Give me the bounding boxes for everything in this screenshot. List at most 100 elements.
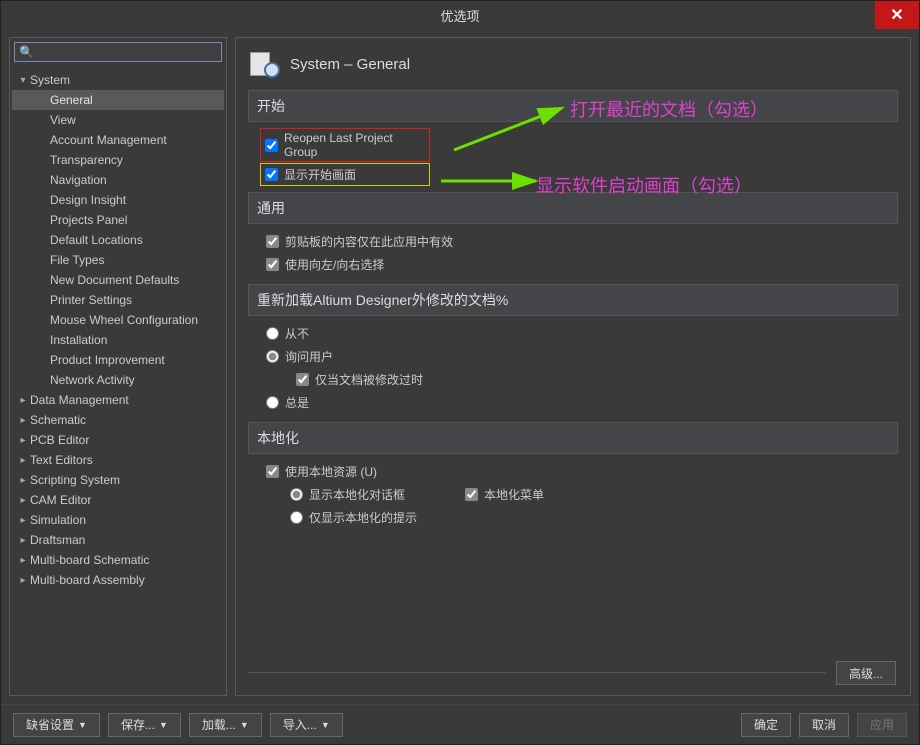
apply-label: 应用 bbox=[870, 716, 894, 733]
tree-system-account[interactable]: Account Management bbox=[12, 130, 224, 150]
chevron-right-icon: ▸ bbox=[16, 495, 30, 506]
tree-scripting[interactable]: ▸Scripting System bbox=[12, 470, 224, 490]
tree-system-general[interactable]: General bbox=[12, 90, 224, 110]
reopen-last-label: Reopen Last Project Group bbox=[284, 131, 425, 159]
apply-button[interactable]: 应用 bbox=[857, 713, 907, 737]
tree-system-navigation[interactable]: Navigation bbox=[12, 170, 224, 190]
save-label: 保存... bbox=[121, 716, 155, 733]
advanced-button[interactable]: 高级... bbox=[836, 661, 896, 685]
reload-ask-radio[interactable] bbox=[266, 350, 279, 363]
tree-system-default-locations[interactable]: Default Locations bbox=[12, 230, 224, 250]
reload-never[interactable]: 从不 bbox=[248, 322, 898, 345]
search-input[interactable] bbox=[33, 45, 217, 59]
search-icon: 🔍 bbox=[19, 45, 33, 59]
only-hint-option[interactable]: 仅显示本地化的提示 bbox=[248, 506, 898, 529]
reload-only-modified-label: 仅当文档被修改过时 bbox=[315, 371, 423, 388]
reload-always[interactable]: 总是 bbox=[248, 391, 898, 414]
tree-label: General bbox=[50, 93, 93, 107]
tree-system-view[interactable]: View bbox=[12, 110, 224, 130]
content-panel: System – General 打开最近的文档（勾选） 显示软件启动画面（勾选… bbox=[235, 37, 911, 696]
local-menu-option[interactable]: 本地化菜单 bbox=[465, 483, 544, 506]
show-start-option[interactable]: 显示开始画面 bbox=[260, 163, 430, 186]
show-dialog-option[interactable]: 显示本地化对话框 bbox=[290, 483, 405, 506]
bottom-bar: 缺省设置 ▼ 保存... ▼ 加载... ▼ 导入... ▼ 确定 取消 应用 bbox=[1, 704, 919, 744]
tree-label: Mouse Wheel Configuration bbox=[50, 313, 198, 327]
window-title: 优选项 bbox=[440, 6, 479, 25]
use-local-label: 使用本地资源 (U) bbox=[285, 463, 377, 480]
tree-cam-editor[interactable]: ▸CAM Editor bbox=[12, 490, 224, 510]
chevron-right-icon: ▸ bbox=[16, 475, 30, 486]
tree-label: Data Management bbox=[30, 393, 129, 407]
tree-system-transparency[interactable]: Transparency bbox=[12, 150, 224, 170]
page-icon bbox=[248, 52, 280, 76]
tree-label: CAM Editor bbox=[30, 493, 91, 507]
chevron-down-icon: ▼ bbox=[321, 720, 330, 730]
ok-button[interactable]: 确定 bbox=[741, 713, 791, 737]
show-dialog-radio[interactable] bbox=[290, 488, 303, 501]
tree-system-product-improvement[interactable]: Product Improvement bbox=[12, 350, 224, 370]
clipboard-checkbox[interactable] bbox=[266, 235, 279, 248]
defaults-label: 缺省设置 bbox=[26, 716, 74, 733]
leftright-label: 使用向左/向右选择 bbox=[285, 256, 384, 273]
cancel-button[interactable]: 取消 bbox=[799, 713, 849, 737]
chevron-down-icon: ▼ bbox=[78, 720, 87, 730]
tree-system-design-insight[interactable]: Design Insight bbox=[12, 190, 224, 210]
tree-label: File Types bbox=[50, 253, 104, 267]
tree-system-new-doc[interactable]: New Document Defaults bbox=[12, 270, 224, 290]
tree-schematic[interactable]: ▸Schematic bbox=[12, 410, 224, 430]
tree-draftsman[interactable]: ▸Draftsman bbox=[12, 530, 224, 550]
tree-system-projects[interactable]: Projects Panel bbox=[12, 210, 224, 230]
tree-system[interactable]: ▾ System bbox=[12, 70, 224, 90]
tree-label: System bbox=[30, 73, 70, 87]
tree-system-installation[interactable]: Installation bbox=[12, 330, 224, 350]
save-button[interactable]: 保存... ▼ bbox=[108, 713, 181, 737]
only-hint-radio[interactable] bbox=[290, 511, 303, 524]
use-local-checkbox[interactable] bbox=[266, 465, 279, 478]
use-local-option[interactable]: 使用本地资源 (U) bbox=[248, 460, 898, 483]
leftright-checkbox[interactable] bbox=[266, 258, 279, 271]
tree-label: Default Locations bbox=[50, 233, 143, 247]
section-reload: 重新加载Altium Designer外修改的文档% bbox=[248, 284, 898, 316]
clipboard-option[interactable]: 剪贴板的内容仅在此应用中有效 bbox=[248, 230, 898, 253]
tree-multi-board-sch[interactable]: ▸Multi-board Schematic bbox=[12, 550, 224, 570]
reload-never-radio[interactable] bbox=[266, 327, 279, 340]
reload-only-modified[interactable]: 仅当文档被修改过时 bbox=[248, 368, 898, 391]
load-button[interactable]: 加载... ▼ bbox=[189, 713, 262, 737]
reload-only-modified-checkbox[interactable] bbox=[296, 373, 309, 386]
tree-label: Transparency bbox=[50, 153, 123, 167]
tree-pcb-editor[interactable]: ▸PCB Editor bbox=[12, 430, 224, 450]
reload-always-radio[interactable] bbox=[266, 396, 279, 409]
tree-label: Simulation bbox=[30, 513, 86, 527]
import-button[interactable]: 导入... ▼ bbox=[270, 713, 343, 737]
tree-system-file-types[interactable]: File Types bbox=[12, 250, 224, 270]
show-start-checkbox[interactable] bbox=[265, 168, 278, 181]
tree-multi-board-asm[interactable]: ▸Multi-board Assembly bbox=[12, 570, 224, 590]
tree-text-editors[interactable]: ▸Text Editors bbox=[12, 450, 224, 470]
show-start-label: 显示开始画面 bbox=[284, 166, 356, 183]
tree-simulation[interactable]: ▸Simulation bbox=[12, 510, 224, 530]
page-header: System – General bbox=[248, 46, 898, 90]
only-hint-label: 仅显示本地化的提示 bbox=[309, 509, 417, 526]
local-menu-checkbox[interactable] bbox=[465, 488, 478, 501]
chevron-right-icon: ▸ bbox=[16, 575, 30, 586]
tree-system-mousewheel[interactable]: Mouse Wheel Configuration bbox=[12, 310, 224, 330]
clipboard-label: 剪贴板的内容仅在此应用中有效 bbox=[285, 233, 453, 250]
close-button[interactable]: ✕ bbox=[875, 1, 919, 29]
cancel-label: 取消 bbox=[812, 716, 836, 733]
ok-label: 确定 bbox=[754, 716, 778, 733]
tree-label: Schematic bbox=[30, 413, 86, 427]
reload-ask[interactable]: 询问用户 bbox=[248, 345, 898, 368]
tree-system-printer[interactable]: Printer Settings bbox=[12, 290, 224, 310]
search-box[interactable]: 🔍 bbox=[14, 42, 222, 62]
import-label: 导入... bbox=[283, 716, 317, 733]
defaults-button[interactable]: 缺省设置 ▼ bbox=[13, 713, 100, 737]
tree-data-management[interactable]: ▸Data Management bbox=[12, 390, 224, 410]
tree-system-network[interactable]: Network Activity bbox=[12, 370, 224, 390]
tree-label: Installation bbox=[50, 333, 107, 347]
chevron-down-icon: ▾ bbox=[16, 75, 30, 86]
reopen-last-option[interactable]: Reopen Last Project Group bbox=[260, 128, 430, 162]
chevron-right-icon: ▸ bbox=[16, 435, 30, 446]
leftright-option[interactable]: 使用向左/向右选择 bbox=[248, 253, 898, 276]
tree-label: Network Activity bbox=[50, 373, 135, 387]
reopen-last-checkbox[interactable] bbox=[265, 139, 278, 152]
